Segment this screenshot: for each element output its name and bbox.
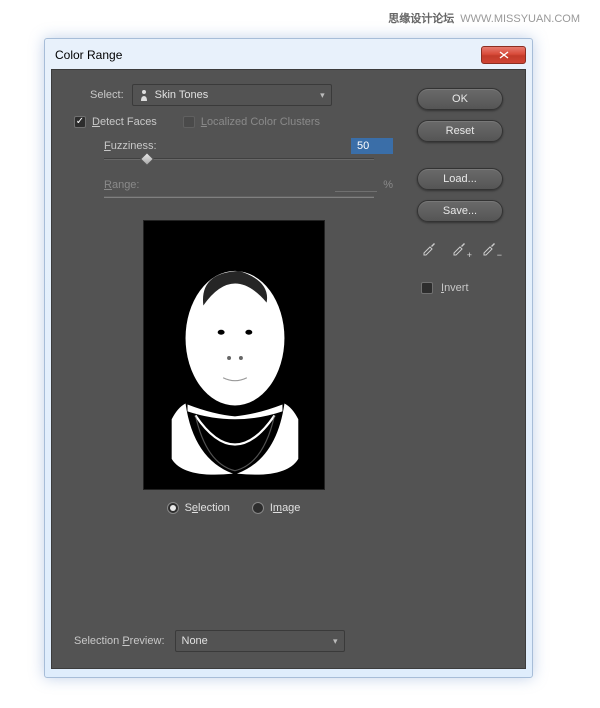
- watermark: 思缘设计论坛WWW.MISSYUAN.COM: [388, 10, 580, 26]
- fuzziness-thumb[interactable]: [140, 152, 154, 166]
- select-value: Skin Tones: [155, 89, 209, 101]
- left-column: Select: Skin Tones ▾ Detect Faces Local: [68, 84, 399, 654]
- titlebar: Color Range: [51, 45, 526, 65]
- selection-preview-dropdown[interactable]: None ▾: [175, 630, 345, 652]
- selection-radio[interactable]: [167, 502, 179, 514]
- fuzziness-value[interactable]: 50: [351, 138, 393, 154]
- selection-radio-label: Selection: [185, 502, 230, 514]
- select-dropdown[interactable]: Skin Tones ▾: [132, 84, 332, 106]
- range-unit: %: [383, 179, 393, 191]
- range-label: Range:: [104, 179, 139, 191]
- invert-checkbox[interactable]: [421, 282, 433, 294]
- dialog-title: Color Range: [51, 48, 122, 62]
- reset-button[interactable]: Reset: [417, 120, 503, 142]
- detect-faces-checkbox[interactable]: [74, 116, 86, 128]
- chevron-down-icon: ▾: [320, 90, 325, 101]
- eyedropper-plus-icon[interactable]: +: [449, 238, 469, 258]
- person-icon: [139, 89, 149, 101]
- selection-preview-row: Selection Preview: None ▾: [74, 630, 345, 652]
- range-row: Range: %: [104, 178, 393, 192]
- selection-preview-value: None: [182, 635, 208, 647]
- image-radio[interactable]: [252, 502, 264, 514]
- right-column: OK Reset Load... Save... + −: [417, 84, 509, 654]
- invert-label: Invert: [441, 282, 469, 294]
- eyedropper-icon[interactable]: [419, 238, 439, 258]
- range-value: [335, 178, 377, 192]
- load-button[interactable]: Load...: [417, 168, 503, 190]
- save-button[interactable]: Save...: [417, 200, 503, 222]
- localized-label: Localized Color Clusters: [201, 116, 320, 128]
- selection-preview-label: Selection Preview:: [74, 635, 165, 647]
- options-row: Detect Faces Localized Color Clusters: [74, 116, 399, 128]
- fuzziness-slider[interactable]: [104, 158, 374, 160]
- preview-mask: [144, 221, 324, 489]
- select-label: Select:: [90, 89, 124, 101]
- dialog-body: Select: Skin Tones ▾ Detect Faces Local: [51, 69, 526, 669]
- close-button[interactable]: [481, 46, 526, 64]
- eyedropper-row: + −: [417, 238, 509, 258]
- invert-row: Invert: [417, 282, 509, 294]
- range-slider: [104, 196, 374, 198]
- preview-area: [143, 220, 325, 490]
- ok-button[interactable]: OK: [417, 88, 503, 110]
- select-row: Select: Skin Tones ▾: [90, 84, 399, 106]
- detect-faces-label: Detect Faces: [92, 116, 157, 128]
- preview-mode-row: Selection Image: [68, 502, 399, 514]
- chevron-down-icon: ▾: [333, 636, 338, 647]
- fuzziness-label: Fuzziness:: [104, 140, 157, 152]
- close-icon: [499, 51, 509, 59]
- localized-checkbox: [183, 116, 195, 128]
- image-radio-label: Image: [270, 502, 301, 514]
- eyedropper-minus-icon[interactable]: −: [479, 238, 499, 258]
- dialog-window: Color Range Select: Skin Tones ▾: [44, 38, 533, 678]
